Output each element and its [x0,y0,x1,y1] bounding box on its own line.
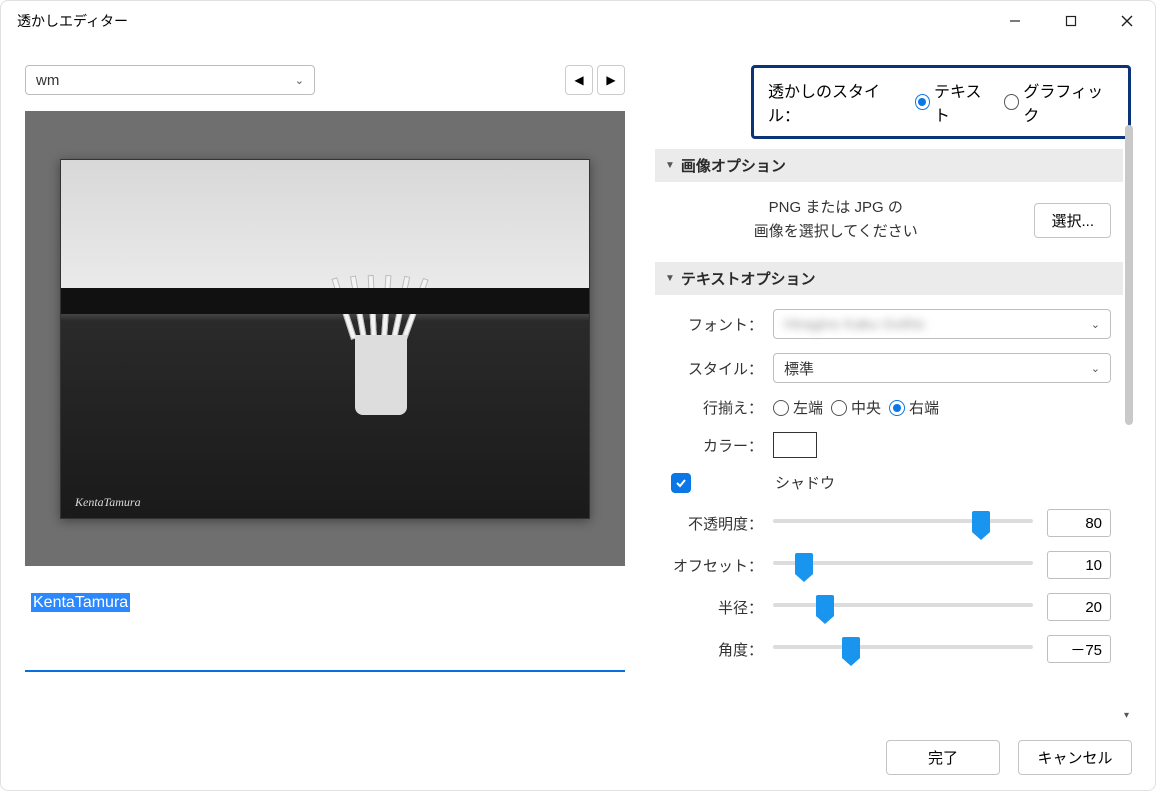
triangle-down-icon: ▼ [665,273,675,284]
font-select[interactable]: Hiragino Kaku Gothic⌄ [773,309,1111,339]
next-button[interactable]: ▶ [597,65,625,95]
angle-slider[interactable] [773,639,1033,659]
scroll-down-icon[interactable]: ▾ [1124,710,1129,721]
window-title: 透かしエディター [17,11,128,31]
opacity-label: 不透明度： [667,513,763,534]
watermark-text-value: KentaTamura [31,593,130,612]
image-options-header[interactable]: ▼ 画像オプション [655,149,1123,182]
fontstyle-select[interactable]: 標準⌄ [773,353,1111,383]
offset-label: オフセット： [667,555,763,576]
opacity-input[interactable] [1047,509,1111,537]
cancel-button[interactable]: キャンセル [1018,740,1132,775]
align-label: 行揃え： [667,397,763,418]
watermark-style-group: 透かしのスタイル： テキスト グラフィック [751,65,1131,139]
chevron-down-icon: ⌄ [1091,362,1100,375]
offset-slider[interactable] [773,555,1033,575]
style-graphic-radio[interactable]: グラフィック [1004,78,1114,126]
radius-label: 半径： [667,597,763,618]
preset-select[interactable]: wm ⌄ [25,65,315,95]
choose-image-button[interactable]: 選択... [1034,203,1111,238]
fontstyle-label: スタイル： [667,358,763,379]
align-left-radio[interactable]: 左端 [773,397,823,418]
maximize-button[interactable] [1043,1,1099,41]
image-options-message: PNG または JPG の 画像を選択してください [667,196,1004,244]
minimize-button[interactable] [987,1,1043,41]
color-picker[interactable] [773,432,817,458]
style-label: 透かしのスタイル： [768,78,905,126]
done-button[interactable]: 完了 [886,740,1000,775]
triangle-left-icon: ◀ [574,73,583,87]
align-right-radio[interactable]: 右端 [889,397,939,418]
shadow-label: シャドウ [775,472,835,493]
radius-slider[interactable] [773,597,1033,617]
prev-button[interactable]: ◀ [565,65,593,95]
text-options-header[interactable]: ▼ テキストオプション [655,262,1123,295]
preview-photo: KentaTamura [60,159,590,519]
offset-input[interactable] [1047,551,1111,579]
chevron-down-icon: ⌄ [1091,318,1100,331]
font-label: フォント： [667,314,763,335]
chevron-down-icon: ⌄ [295,74,304,87]
watermark-preview-text: KentaTamura [75,495,141,510]
close-button[interactable] [1099,1,1155,41]
angle-label: 角度： [667,639,763,660]
align-center-radio[interactable]: 中央 [831,397,881,418]
watermark-text-input[interactable]: KentaTamura [25,588,625,672]
triangle-right-icon: ▶ [606,73,615,87]
preset-value: wm [36,72,59,89]
opacity-slider[interactable] [773,513,1033,533]
scrollbar[interactable]: ▾ [1121,125,1137,721]
titlebar: 透かしエディター [1,1,1155,41]
angle-input[interactable] [1047,635,1111,663]
radius-input[interactable] [1047,593,1111,621]
style-text-radio[interactable]: テキスト [915,78,994,126]
preview-area: KentaTamura [25,111,625,566]
shadow-checkbox[interactable] [671,473,691,493]
color-label: カラー： [667,435,763,456]
scrollbar-thumb[interactable] [1125,125,1133,425]
triangle-down-icon: ▼ [665,160,675,171]
